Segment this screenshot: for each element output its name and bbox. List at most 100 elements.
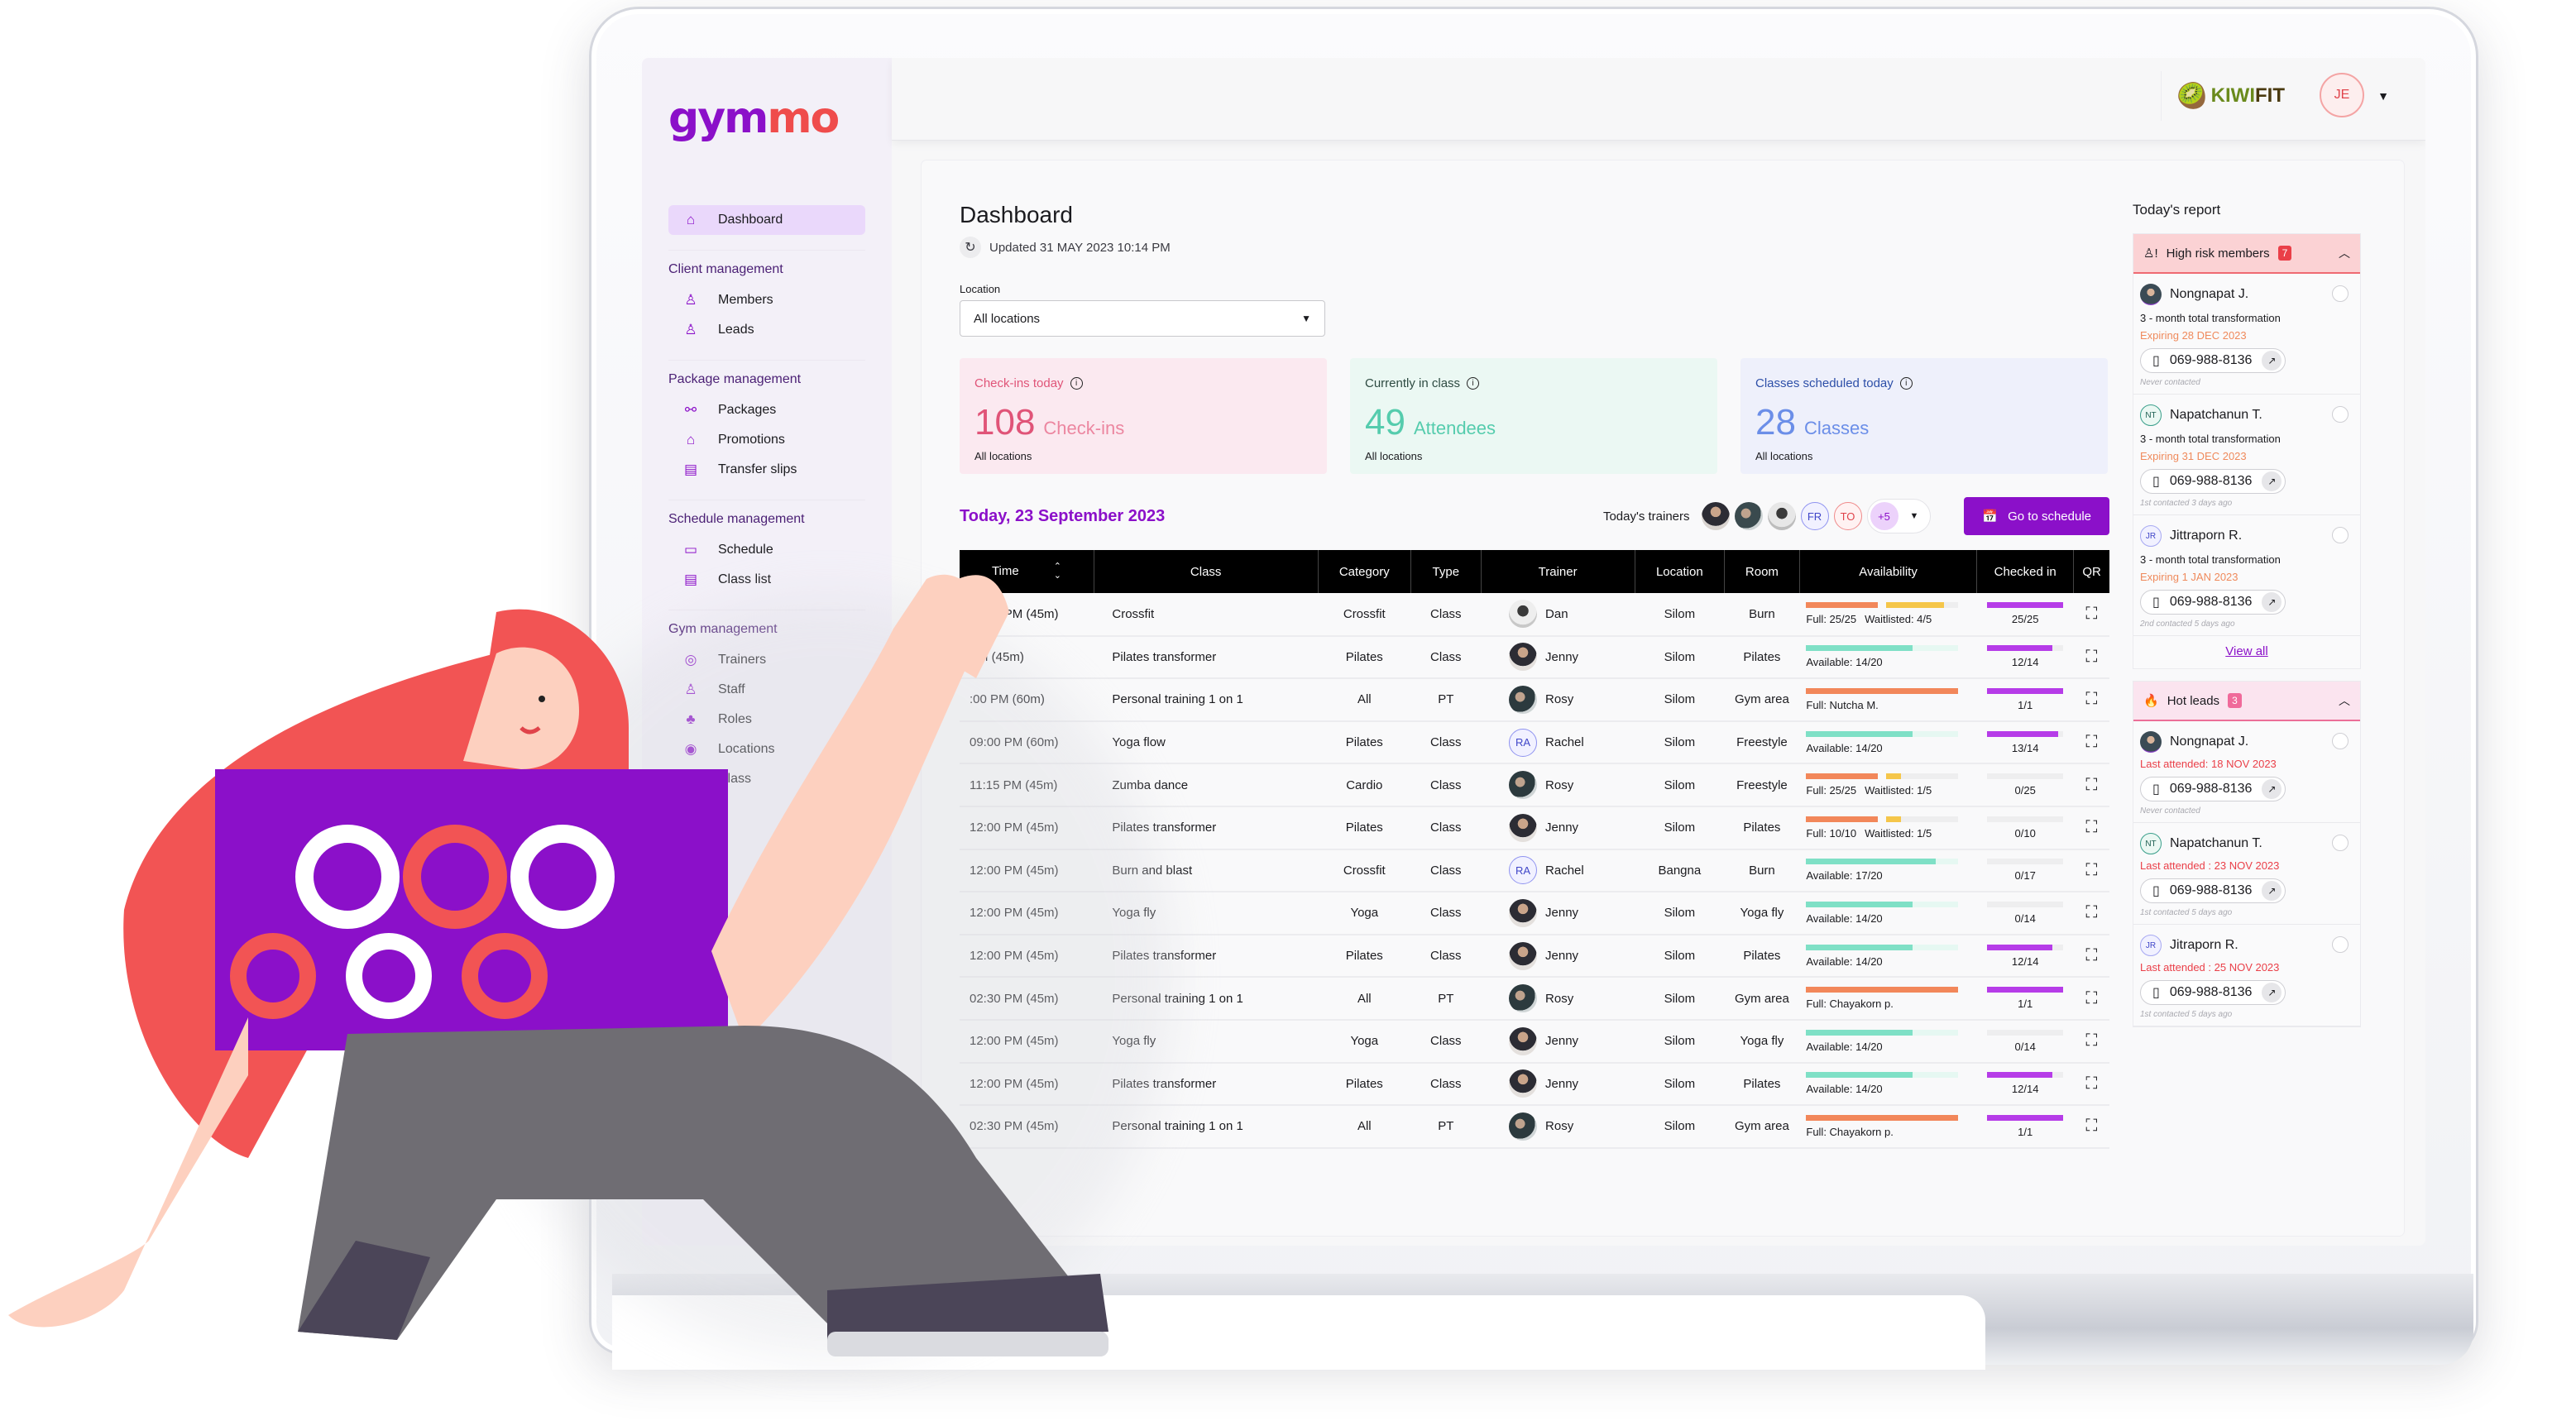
qr-scan-icon[interactable]: ⛶: [2085, 861, 2097, 879]
location-select[interactable]: All locations ▼: [960, 300, 1325, 337]
trainer-avatar[interactable]: FR: [1800, 502, 1829, 530]
chevron-up-icon[interactable]: ︿: [2339, 692, 2350, 709]
sidebar-item-schedule[interactable]: ▭ Schedule: [668, 535, 865, 565]
member-item[interactable]: Nongnapat J. Last attended: 18 NOV 2023 …: [2133, 721, 2360, 823]
qr-scan-icon[interactable]: ⛶: [2085, 776, 2097, 794]
phone-button[interactable]: ▯ 069-988-8136 ↗: [2140, 469, 2286, 494]
trainer-avatar[interactable]: [1701, 502, 1730, 530]
cell-availability: Available: 17/20: [1799, 849, 1977, 893]
high-risk-header[interactable]: ♙! High risk members 7 ︿: [2133, 234, 2360, 274]
more-trainers-dropdown[interactable]: +5 ▼: [1866, 499, 1932, 533]
cell-class: Pilates transformer: [1094, 1062, 1318, 1107]
trainer-avatar[interactable]: [1734, 502, 1763, 530]
sidebar-item-promotions[interactable]: ⌂ Promotions: [668, 425, 865, 455]
phone-button[interactable]: ▯ 069-988-8136 ↗: [2140, 590, 2286, 615]
table-row[interactable]: 09:00 PM (60m) Yoga flow Pilates Class R…: [960, 720, 2109, 765]
table-row[interactable]: 09:00 PM (45m) Crossfit Crossfit Class D…: [960, 593, 2109, 637]
qr-scan-icon[interactable]: ⛶: [2085, 903, 2097, 921]
phone-button[interactable]: ▯ 069-988-8136 ↗: [2140, 348, 2286, 373]
member-item[interactable]: JR Jitraporn R. Last attended : 25 NOV 20…: [2133, 925, 2360, 1026]
sort-icon[interactable]: ⌃ ⌄: [1054, 562, 1061, 581]
table-row[interactable]: 12:00 PM (45m) Yoga fly Yoga Class Jenny…: [960, 1019, 2109, 1064]
hot-leads-header[interactable]: 🔥 Hot leads 3 ︿: [2133, 682, 2360, 721]
column-header-category: Category: [1317, 550, 1411, 593]
qr-scan-icon[interactable]: ⛶: [2085, 648, 2097, 666]
qr-scan-icon[interactable]: ⛶: [2085, 1117, 2097, 1135]
select-radio[interactable]: [2332, 936, 2349, 953]
table-row[interactable]: 12:00 PM (45m) Pilates transformer Pilat…: [960, 806, 2109, 850]
sidebar-item-locations[interactable]: ◉ Locations: [668, 734, 865, 764]
phone-button[interactable]: ▯ 069-988-8136 ↗: [2140, 777, 2286, 801]
stat-sub: All locations: [1755, 450, 1813, 462]
sidebar-item-dashboard[interactable]: ⌂ Dashboard: [668, 205, 865, 235]
select-radio[interactable]: [2332, 733, 2349, 749]
qr-scan-icon[interactable]: ⛶: [2085, 1074, 2097, 1093]
refresh-icon[interactable]: ↻: [960, 237, 981, 258]
checked-in-text: 12/14: [2011, 1083, 2039, 1096]
cell-class: Personal training 1 on 1: [1094, 977, 1318, 1021]
phone-button[interactable]: ▯ 069-988-8136 ↗: [2140, 980, 2286, 1005]
qr-scan-icon[interactable]: ⛶: [2085, 733, 2097, 751]
select-radio[interactable]: [2332, 406, 2349, 423]
info-icon[interactable]: i: [1467, 377, 1480, 390]
sidebar-item-trainers[interactable]: ◎ Trainers: [668, 645, 865, 675]
trainer-avatar: [1509, 984, 1538, 1013]
sidebar-item-leads[interactable]: ♙ Leads: [668, 315, 865, 345]
info-icon[interactable]: i: [1899, 377, 1913, 390]
trainer-avatar[interactable]: [1767, 502, 1796, 530]
cell-room: Freestyle: [1724, 763, 1800, 807]
cell-location: Silom: [1635, 720, 1725, 765]
qr-scan-icon[interactable]: ⛶: [2085, 605, 2097, 623]
member-item[interactable]: NT Napatchanun T. Last attended : 23 NOV …: [2133, 823, 2360, 925]
table-row[interactable]: 12:00 PM (45m) Burn and blast Crossfit C…: [960, 849, 2109, 893]
sidebar-item-staff[interactable]: ♙ Staff: [668, 675, 865, 705]
member-item[interactable]: NT Napatchanun T. 3 - month total transfo…: [2133, 395, 2360, 515]
cell-category: Cardio: [1318, 763, 1411, 807]
table-row[interactable]: 02:30 PM (45m) Personal training 1 on 1 …: [960, 977, 2109, 1021]
sidebar-item-class-list[interactable]: ▤ Class list: [668, 565, 865, 595]
go-to-schedule-button[interactable]: 📅 Go to schedule: [1964, 497, 2109, 535]
qr-scan-icon[interactable]: ⛶: [2085, 1031, 2097, 1050]
sidebar-item-roles[interactable]: ♣ Roles: [668, 705, 865, 734]
select-radio[interactable]: [2332, 527, 2349, 543]
qr-scan-icon[interactable]: ⛶: [2085, 989, 2097, 1007]
phone-button[interactable]: ▯ 069-988-8136 ↗: [2140, 878, 2286, 903]
table-row[interactable]: PM (45m) Pilates transformer Pilates Cla…: [960, 635, 2109, 680]
table-row[interactable]: 11:15 PM (45m) Zumba dance Cardio Class …: [960, 763, 2109, 807]
availability-text: Available: 14/20: [1806, 955, 1883, 968]
waitlist-text: Waitlisted: 4/5: [1865, 613, 1932, 626]
sidebar-item-packages[interactable]: ⚯ Packages: [668, 395, 865, 425]
stat-unit: Check-ins: [1043, 418, 1125, 438]
chevron-up-icon[interactable]: ︿: [2339, 245, 2350, 261]
user-avatar[interactable]: JE: [2320, 73, 2364, 117]
stat-card-in-class[interactable]: Currently in class i 49 Attendees All loca…: [1350, 358, 1717, 474]
table-row[interactable]: :00 PM (60m) Personal training 1 on 1 Al…: [960, 678, 2109, 722]
stat-card-classes[interactable]: Classes scheduled today i 28 Classes All l…: [1740, 358, 2108, 474]
info-icon[interactable]: i: [1070, 377, 1083, 390]
view-all-link[interactable]: View all: [2133, 636, 2360, 668]
table-row[interactable]: 12:00 PM (45m) Pilates transformer Pilat…: [960, 934, 2109, 978]
member-item[interactable]: JR Jittraporn R. 3 - month total transfor…: [2133, 515, 2360, 636]
qr-scan-icon[interactable]: ⛶: [2085, 690, 2097, 708]
table-row[interactable]: 12:00 PM (45m) Yoga fly Yoga Class Jenny…: [960, 892, 2109, 935]
select-radio[interactable]: [2332, 835, 2349, 851]
cell-category: Crossfit: [1318, 593, 1411, 637]
trainer-avatar[interactable]: TO: [1833, 502, 1862, 530]
select-radio[interactable]: [2332, 285, 2349, 302]
sidebar-item-members[interactable]: ♙ Members: [668, 285, 865, 315]
nav-group-title: Gym management: [668, 622, 778, 636]
sidebar-item-transfer-slips[interactable]: ▤ Transfer slips: [668, 455, 865, 485]
user-menu-caret-icon[interactable]: ▼: [2377, 89, 2389, 103]
member-item[interactable]: Nongnapat J. 3 - month total transformat…: [2133, 274, 2360, 395]
sidebar-item-class[interactable]: ▦ Class: [668, 764, 865, 794]
table-row[interactable]: 12:00 PM (45m) Pilates transformer Pilat…: [960, 1062, 2109, 1107]
stat-card-checkins[interactable]: Check-ins today i 108 Check-ins All locati…: [960, 358, 1327, 474]
topbar: 🥝 KIWIFIT JE ▼: [892, 58, 2425, 141]
qr-scan-icon[interactable]: ⛶: [2085, 946, 2097, 964]
column-header-time[interactable]: Time ⌃ ⌄: [960, 550, 1094, 593]
qr-scan-icon[interactable]: ⛶: [2085, 818, 2097, 836]
gymmo-logo[interactable]: gymmo: [668, 93, 840, 143]
table-row[interactable]: 02:30 PM (45m) Personal training 1 on 1 …: [960, 1105, 2109, 1149]
trainer-avatar: [1509, 898, 1538, 927]
checked-in-bar: [1987, 901, 2064, 907]
